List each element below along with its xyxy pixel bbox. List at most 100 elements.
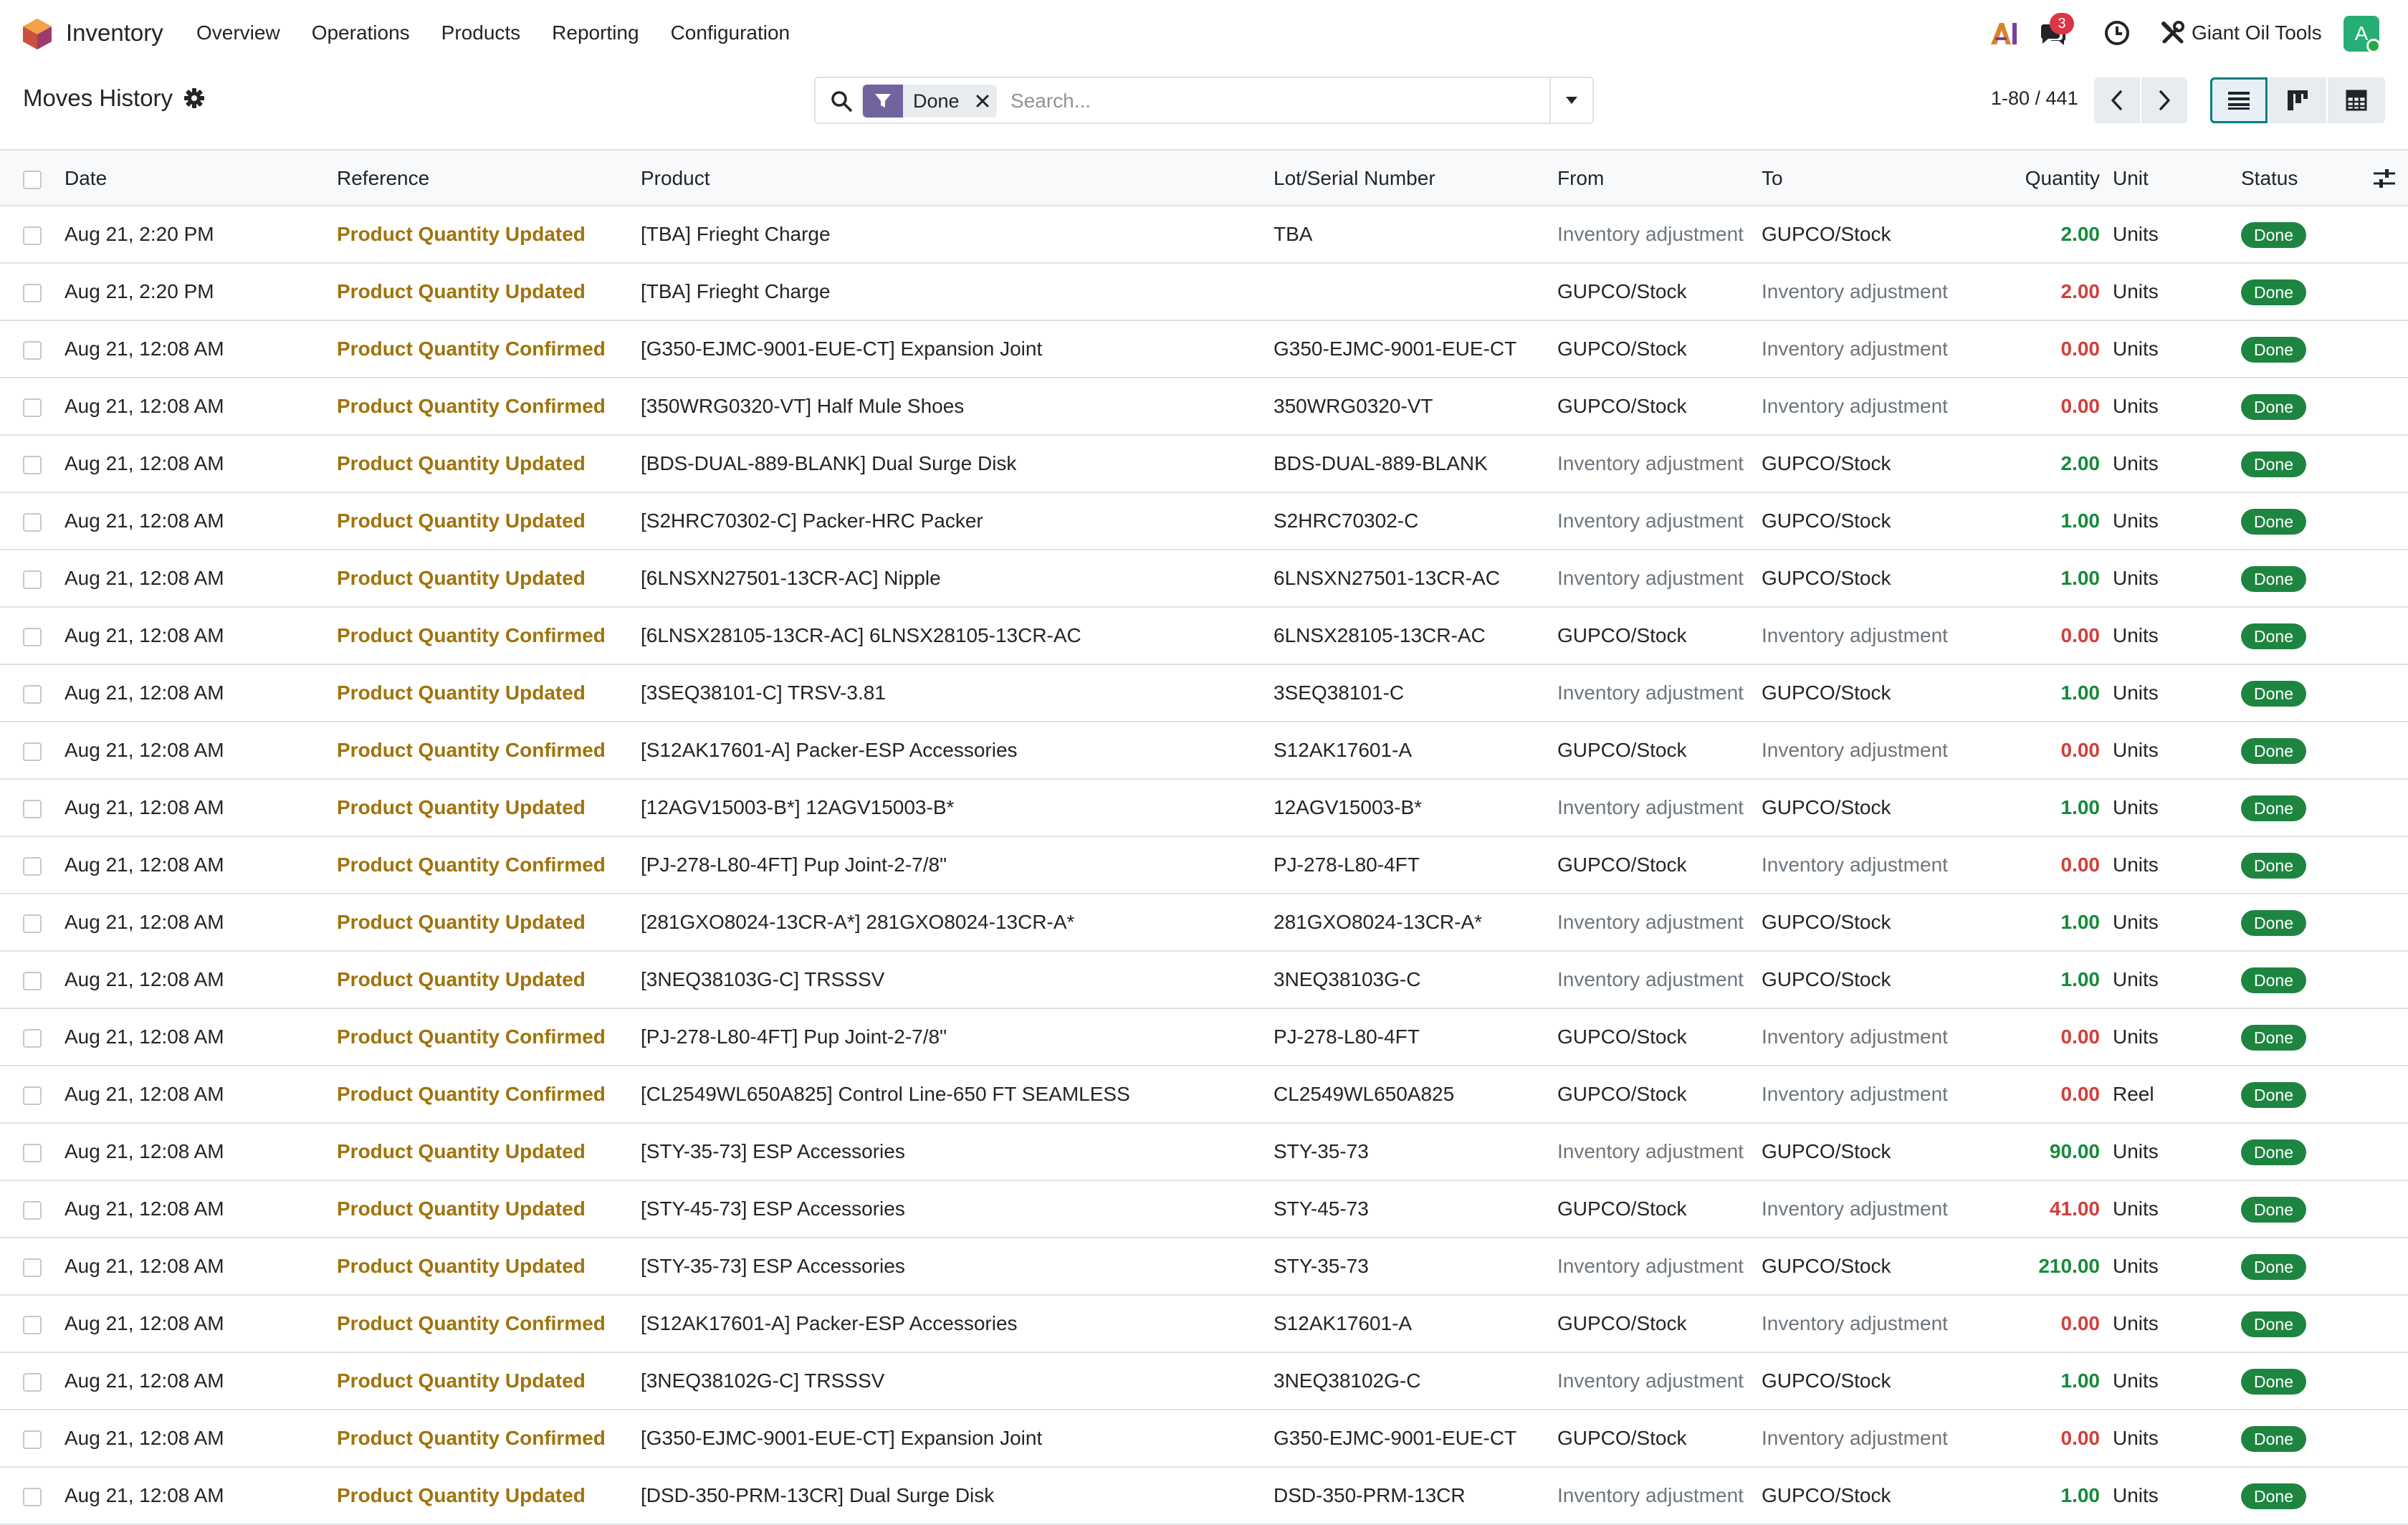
table-row[interactable]: Aug 21, 12:08 AM Product Quantity Updated… xyxy=(0,894,2408,952)
table-row[interactable]: Aug 21, 12:08 AM Product Quantity Confirm… xyxy=(0,837,2408,894)
company-switcher[interactable]: Giant Oil Tools xyxy=(2192,0,2322,66)
row-checkbox[interactable] xyxy=(23,1316,42,1334)
table-row[interactable]: Aug 21, 12:08 AM Product Quantity Updated… xyxy=(0,493,2408,550)
cell-reference[interactable]: Product Quantity Updated xyxy=(337,1181,586,1237)
search-options-toggle[interactable] xyxy=(1549,77,1592,124)
cell-reference[interactable]: Product Quantity Confirmed xyxy=(337,321,606,377)
column-product[interactable]: Product xyxy=(641,150,710,206)
table-row[interactable]: Aug 21, 12:08 AM Product Quantity Updated… xyxy=(0,550,2408,608)
row-checkbox[interactable] xyxy=(23,742,42,761)
cell-reference[interactable]: Product Quantity Confirmed xyxy=(337,1410,606,1466)
row-checkbox[interactable] xyxy=(23,1144,42,1162)
row-checkbox[interactable] xyxy=(23,284,42,302)
row-checkbox[interactable] xyxy=(23,1258,42,1277)
cell-reference[interactable]: Product Quantity Updated xyxy=(337,1238,586,1294)
menu-configuration[interactable]: Configuration xyxy=(655,0,806,66)
row-checkbox[interactable] xyxy=(23,1430,42,1449)
cell-reference[interactable]: Product Quantity Updated xyxy=(337,493,586,549)
cell-reference[interactable]: Product Quantity Updated xyxy=(337,894,586,950)
row-checkbox[interactable] xyxy=(23,1086,42,1105)
debug-tools-icon[interactable] xyxy=(2156,16,2190,50)
table-row[interactable]: Aug 21, 12:08 AM Product Quantity Updated… xyxy=(0,665,2408,722)
cell-reference[interactable]: Product Quantity Confirmed xyxy=(337,378,606,434)
cell-reference[interactable]: Product Quantity Updated xyxy=(337,1468,586,1524)
cell-reference[interactable]: Product Quantity Confirmed xyxy=(337,722,606,778)
kanban-view-button[interactable] xyxy=(2269,77,2326,123)
table-row[interactable]: Aug 21, 12:08 AM Product Quantity Confirm… xyxy=(0,321,2408,378)
ai-icon[interactable] xyxy=(1987,16,2021,50)
cell-reference[interactable]: Product Quantity Confirmed xyxy=(337,1009,606,1065)
menu-operations[interactable]: Operations xyxy=(296,0,426,66)
table-row[interactable]: Aug 21, 12:08 AM Product Quantity Confirm… xyxy=(0,1066,2408,1124)
table-row[interactable]: Aug 21, 12:08 AM Product Quantity Updated… xyxy=(0,952,2408,1009)
optional-columns-icon[interactable] xyxy=(2372,166,2397,191)
pager-previous-button[interactable] xyxy=(2094,77,2140,123)
row-checkbox[interactable] xyxy=(23,226,42,245)
row-checkbox[interactable] xyxy=(23,513,42,532)
table-row[interactable]: Aug 21, 12:08 AM Product Quantity Updated… xyxy=(0,780,2408,837)
table-row[interactable]: Aug 21, 12:08 AM Product Quantity Updated… xyxy=(0,1181,2408,1238)
gear-icon[interactable] xyxy=(183,87,205,109)
row-checkbox[interactable] xyxy=(23,972,42,990)
row-checkbox[interactable] xyxy=(23,570,42,589)
row-checkbox[interactable] xyxy=(23,1029,42,1048)
row-checkbox[interactable] xyxy=(23,857,42,876)
pager-next-button[interactable] xyxy=(2141,77,2187,123)
cell-reference[interactable]: Product Quantity Updated xyxy=(337,952,586,1008)
cell-reference[interactable]: Product Quantity Confirmed xyxy=(337,1066,606,1122)
row-checkbox[interactable] xyxy=(23,1488,42,1506)
cell-reference[interactable]: Product Quantity Updated xyxy=(337,1353,586,1409)
pivot-view-button[interactable] xyxy=(2328,77,2385,123)
table-row[interactable]: Aug 21, 12:08 AM Product Quantity Updated… xyxy=(0,436,2408,493)
menu-reporting[interactable]: Reporting xyxy=(536,0,654,66)
cell-reference[interactable]: Product Quantity Updated xyxy=(337,264,586,320)
table-row[interactable]: Aug 21, 12:08 AM Product Quantity Updated… xyxy=(0,1124,2408,1181)
row-checkbox[interactable] xyxy=(23,1373,42,1392)
cell-reference[interactable]: Product Quantity Confirmed xyxy=(337,1296,606,1352)
cell-reference[interactable]: Product Quantity Updated xyxy=(337,550,586,606)
row-checkbox[interactable] xyxy=(23,456,42,474)
column-lot[interactable]: Lot/Serial Number xyxy=(1274,150,1435,206)
pager-value[interactable]: 1-80 / 441 xyxy=(1991,87,2078,110)
table-row[interactable]: Aug 21, 2:20 PM Product Quantity Updated [… xyxy=(0,264,2408,321)
column-unit[interactable]: Unit xyxy=(2113,150,2149,206)
search-input[interactable] xyxy=(1009,82,1640,120)
column-quantity[interactable]: Quantity xyxy=(1992,150,2100,206)
list-view-button[interactable] xyxy=(2210,77,2268,123)
row-checkbox[interactable] xyxy=(23,914,42,933)
menu-products[interactable]: Products xyxy=(426,0,537,66)
table-row[interactable]: Aug 21, 12:08 AM Product Quantity Updated… xyxy=(0,1468,2408,1525)
row-checkbox[interactable] xyxy=(23,341,42,360)
row-checkbox[interactable] xyxy=(23,800,42,818)
table-row[interactable]: Aug 21, 12:08 AM Product Quantity Confirm… xyxy=(0,608,2408,665)
select-all-checkbox[interactable] xyxy=(23,171,42,189)
table-row[interactable]: Aug 21, 2:20 PM Product Quantity Updated [… xyxy=(0,206,2408,264)
column-reference[interactable]: Reference xyxy=(337,150,429,206)
remove-facet-icon[interactable] xyxy=(970,85,995,118)
table-row[interactable]: Aug 21, 12:08 AM Product Quantity Confirm… xyxy=(0,722,2408,780)
table-row[interactable]: Aug 21, 12:08 AM Product Quantity Confirm… xyxy=(0,1009,2408,1066)
row-checkbox[interactable] xyxy=(23,685,42,704)
cell-reference[interactable]: Product Quantity Confirmed xyxy=(337,608,606,664)
cell-reference[interactable]: Product Quantity Updated xyxy=(337,1124,586,1180)
table-row[interactable]: Aug 21, 12:08 AM Product Quantity Updated… xyxy=(0,1238,2408,1296)
cell-reference[interactable]: Product Quantity Updated xyxy=(337,436,586,492)
column-status[interactable]: Status xyxy=(2241,150,2298,206)
app-name[interactable]: Inventory xyxy=(66,0,163,66)
table-row[interactable]: Aug 21, 12:08 AM Product Quantity Confirm… xyxy=(0,378,2408,436)
table-row[interactable]: Aug 21, 12:08 AM Product Quantity Updated… xyxy=(0,1353,2408,1410)
table-row[interactable]: Aug 21, 12:08 AM Product Quantity Confirm… xyxy=(0,1296,2408,1353)
row-checkbox[interactable] xyxy=(23,1201,42,1220)
column-date[interactable]: Date xyxy=(64,150,107,206)
row-checkbox[interactable] xyxy=(23,398,42,417)
inventory-app-icon[interactable] xyxy=(22,17,53,50)
menu-overview[interactable]: Overview xyxy=(196,0,296,66)
cell-reference[interactable]: Product Quantity Confirmed xyxy=(337,837,606,893)
cell-reference[interactable]: Product Quantity Updated xyxy=(337,780,586,836)
column-from[interactable]: From xyxy=(1557,150,1604,206)
column-to[interactable]: To xyxy=(1762,150,1783,206)
activity-clock-icon[interactable] xyxy=(2100,16,2134,50)
cell-reference[interactable]: Product Quantity Updated xyxy=(337,665,586,721)
table-row[interactable]: Aug 21, 12:08 AM Product Quantity Confirm… xyxy=(0,1410,2408,1468)
search-icon[interactable] xyxy=(830,90,853,113)
